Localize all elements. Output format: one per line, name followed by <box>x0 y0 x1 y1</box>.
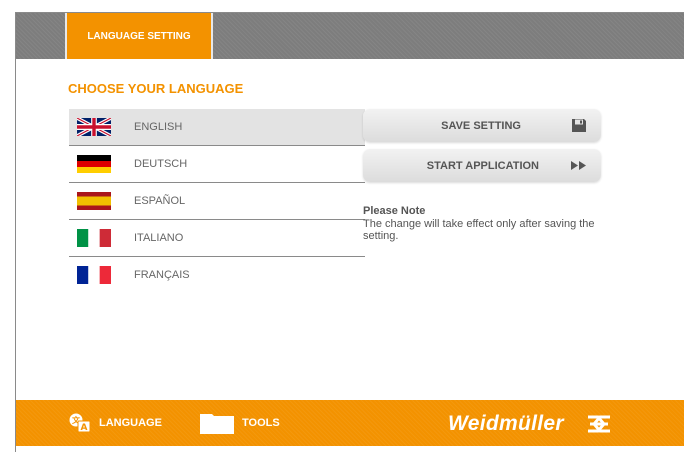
page-title: CHOOSE YOUR LANGUAGE <box>68 81 244 96</box>
top-bar: LANGUAGE SETTING <box>16 13 684 59</box>
language-label: FRANÇAIS <box>134 269 190 281</box>
language-item-francais[interactable]: FRANÇAIS <box>69 257 365 293</box>
footer-tools-button[interactable]: TOOLS <box>200 400 280 446</box>
app-window: LANGUAGE SETTING CHOOSE YOUR LANGUAGE EN… <box>15 12 684 452</box>
footer-language-label: LANGUAGE <box>99 417 162 429</box>
language-label: ENGLISH <box>134 121 183 133</box>
weidmuller-logo-icon <box>588 415 610 433</box>
language-item-deutsch[interactable]: DEUTSCH <box>69 146 365 183</box>
footer-bar: 文 A LANGUAGE TOOLS Weidmüller <box>16 400 684 446</box>
brand-logo-text: Weidmüller <box>448 412 564 435</box>
language-label: DEUTSCH <box>134 158 188 170</box>
save-setting-button[interactable]: SAVE SETTING <box>363 109 601 142</box>
fast-forward-icon <box>571 161 586 170</box>
language-item-english[interactable]: ENGLISH <box>69 109 365 146</box>
floppy-disk-icon <box>572 119 586 132</box>
germany-flag-icon <box>77 155 111 173</box>
start-application-label: START APPLICATION <box>426 159 539 172</box>
language-label: ITALIANO <box>134 232 184 244</box>
note-text: The change will take effect only after s… <box>363 218 595 242</box>
note-box: Please Note The change will take effect … <box>363 205 613 242</box>
language-item-espanol[interactable]: ESPAÑOL <box>69 183 365 220</box>
language-label: ESPAÑOL <box>134 195 186 207</box>
translate-icon: 文 A <box>69 413 91 433</box>
folder-icon <box>200 414 234 434</box>
uk-flag-icon <box>77 118 111 136</box>
language-item-italiano[interactable]: ITALIANO <box>69 220 365 257</box>
footer-language-button[interactable]: 文 A LANGUAGE <box>69 400 162 446</box>
france-flag-icon <box>77 266 111 284</box>
start-application-button[interactable]: START APPLICATION <box>363 149 601 182</box>
italy-flag-icon <box>77 229 111 247</box>
save-setting-label: SAVE SETTING <box>441 119 521 132</box>
note-title: Please Note <box>363 205 426 217</box>
footer-tools-label: TOOLS <box>242 417 280 429</box>
tab-label: LANGUAGE SETTING <box>87 30 191 42</box>
tab-language-setting[interactable]: LANGUAGE SETTING <box>65 13 213 59</box>
language-list: ENGLISH DEUTSCH ESPAÑOL ITALIANO FRANÇAI… <box>69 109 365 293</box>
svg-text:A: A <box>81 423 88 433</box>
spain-flag-icon <box>77 192 111 210</box>
